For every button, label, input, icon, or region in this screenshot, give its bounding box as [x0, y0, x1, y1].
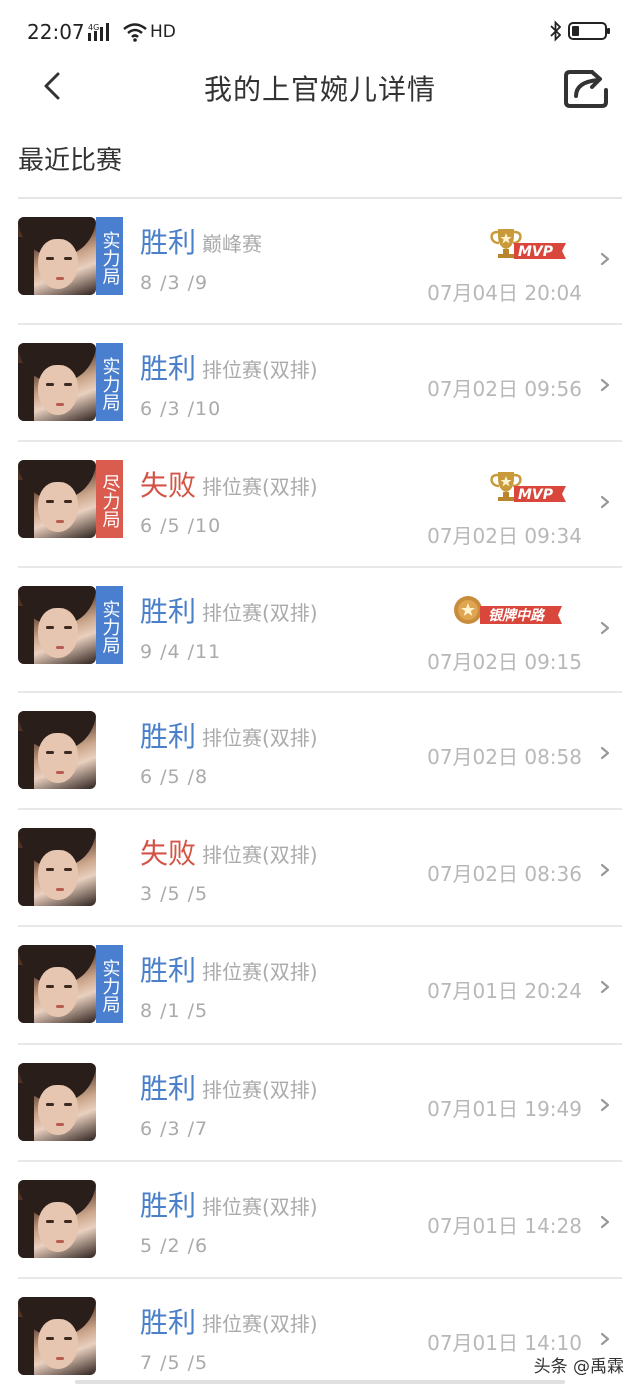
hero-avatar	[18, 343, 96, 421]
page-title: 我的上官婉儿详情	[203, 73, 436, 106]
match-row[interactable]: 实力局 胜利 排位赛(双排) 9 /4 /11 银牌中路 07月02日 09:15	[0, 568, 640, 693]
match-mode: 排位赛(双排)	[202, 475, 318, 499]
hero-avatar	[18, 1063, 96, 1141]
hero-avatar	[18, 711, 96, 789]
match-date: 07月02日 08:58	[427, 745, 582, 769]
match-date: 07月01日 14:28	[427, 1214, 582, 1238]
mvp-label: MVP	[518, 244, 554, 260]
match-date: 07月02日 08:36	[427, 862, 582, 886]
chevron-right-icon	[600, 1332, 610, 1346]
hero-avatar	[18, 828, 96, 906]
match-row[interactable]: 实力局 胜利 巅峰赛 8 /3 /9 MVP 07月04日 20:04	[0, 199, 640, 325]
hero-avatar	[18, 1297, 96, 1375]
hd-indicator: HD	[150, 22, 176, 42]
chevron-right-icon	[600, 252, 610, 266]
chevron-right-icon	[600, 1098, 610, 1112]
chevron-right-icon	[600, 621, 610, 635]
match-date: 07月02日 09:34	[427, 524, 582, 548]
chevron-right-icon	[600, 746, 610, 760]
match-kda: 6 /3 /7	[140, 1118, 209, 1140]
scroll-indicator	[75, 1380, 565, 1384]
match-result: 失败	[140, 469, 197, 502]
share-icon[interactable]	[562, 66, 610, 110]
match-result: 胜利	[140, 954, 197, 987]
silver-mid-badge: 银牌中路	[454, 596, 562, 624]
match-row[interactable]: 尽力局 失败 排位赛(双排) 6 /5 /10 MVP 07月02日 09:34	[0, 442, 640, 568]
battery-icon	[568, 22, 610, 40]
match-result: 胜利	[140, 1189, 197, 1222]
chevron-right-icon	[600, 378, 610, 392]
section-title: 最近比赛	[18, 146, 123, 176]
match-rating-tag: 实力局	[96, 586, 123, 664]
match-rating-tag: 实力局	[96, 945, 123, 1023]
match-mode: 排位赛(双排)	[202, 601, 318, 625]
match-row[interactable]: 胜利 排位赛(双排) 5 /2 /6 07月01日 14:28	[0, 1162, 640, 1279]
match-date: 07月01日 20:24	[427, 979, 582, 1003]
match-date: 07月02日 09:15	[427, 650, 582, 674]
match-row[interactable]: 胜利 排位赛(双排) 6 /3 /7 07月01日 19:49	[0, 1045, 640, 1162]
mvp-badge: MVP	[490, 229, 566, 260]
match-rating-tag: 尽力局	[96, 460, 123, 538]
cellular-signal-icon: 4G	[88, 23, 109, 41]
mvp-badge: MVP	[490, 472, 566, 503]
chevron-right-icon	[600, 495, 610, 509]
match-rating-tag: 实力局	[96, 343, 123, 421]
chevron-right-icon	[600, 980, 610, 994]
match-kda: 5 /2 /6	[140, 1235, 209, 1257]
match-mode: 排位赛(双排)	[202, 1195, 318, 1219]
hero-avatar	[18, 460, 96, 538]
match-mode: 排位赛(双排)	[202, 358, 318, 382]
match-mode: 排位赛(双排)	[202, 960, 318, 984]
wifi-icon	[123, 23, 147, 42]
match-result: 胜利	[140, 1306, 197, 1339]
match-row[interactable]: 实力局 胜利 排位赛(双排) 6 /3 /10 07月02日 09:56	[0, 325, 640, 442]
match-kda: 7 /5 /5	[140, 1352, 209, 1374]
header: 我的上官婉儿详情	[0, 60, 640, 120]
match-result: 胜利	[140, 720, 197, 753]
mvp-label: MVP	[518, 487, 554, 503]
match-mode: 排位赛(双排)	[202, 726, 318, 750]
match-result: 胜利	[140, 352, 197, 385]
hero-avatar	[18, 586, 96, 664]
match-kda: 6 /3 /10	[140, 398, 222, 420]
match-date: 07月01日 19:49	[427, 1097, 582, 1121]
svg-text:4G: 4G	[88, 23, 99, 32]
hero-avatar	[18, 217, 96, 295]
match-result: 失败	[140, 837, 197, 870]
match-kda: 8 /1 /5	[140, 1000, 209, 1022]
hero-avatar	[18, 1180, 96, 1258]
bluetooth-icon	[550, 20, 562, 42]
match-date: 07月02日 09:56	[427, 377, 582, 401]
match-kda: 9 /4 /11	[140, 641, 222, 663]
match-row[interactable]: 实力局 胜利 排位赛(双排) 8 /1 /5 07月01日 20:24	[0, 927, 640, 1045]
status-bar: 22:07 4G HD	[0, 0, 640, 60]
match-row[interactable]: 失败 排位赛(双排) 3 /5 /5 07月02日 08:36	[0, 810, 640, 927]
match-kda: 6 /5 /8	[140, 766, 209, 788]
match-result: 胜利	[140, 1072, 197, 1105]
match-mode: 巅峰赛	[202, 232, 262, 256]
status-time: 22:07	[27, 20, 85, 44]
match-kda: 8 /3 /9	[140, 272, 209, 294]
match-date: 07月04日 20:04	[427, 281, 582, 305]
match-row[interactable]: 胜利 排位赛(双排) 6 /5 /8 07月02日 08:58	[0, 693, 640, 810]
match-mode: 排位赛(双排)	[202, 1312, 318, 1336]
match-kda: 3 /5 /5	[140, 883, 209, 905]
chevron-right-icon	[600, 1215, 610, 1229]
match-result: 胜利	[140, 226, 197, 259]
silver-mid-label: 银牌中路	[488, 607, 546, 624]
watermark: 头条 @禹霖	[531, 1352, 626, 1377]
match-kda: 6 /5 /10	[140, 515, 222, 537]
match-mode: 排位赛(双排)	[202, 843, 318, 867]
chevron-right-icon	[600, 863, 610, 877]
hero-avatar	[18, 945, 96, 1023]
match-mode: 排位赛(双排)	[202, 1078, 318, 1102]
match-result: 胜利	[140, 595, 197, 628]
match-rating-tag: 实力局	[96, 217, 123, 295]
